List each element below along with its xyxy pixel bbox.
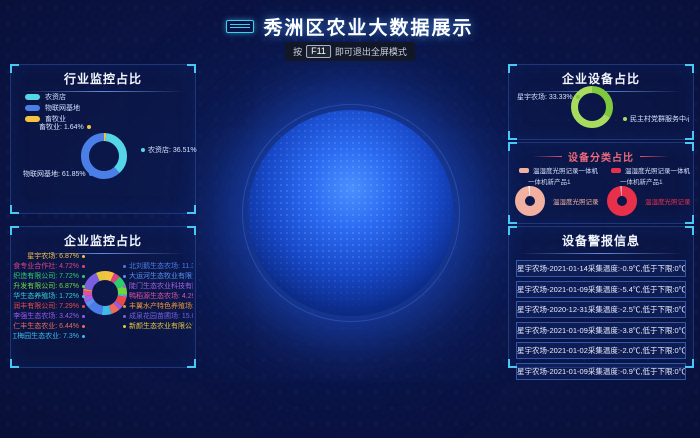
corner-accent	[685, 142, 694, 151]
chart-callout: 七华生态养殖场: 1.72%	[13, 291, 85, 301]
alarm-row: 星宇农场-2021-01-09采集温度:-5.4℃,低于下限:0℃	[516, 281, 686, 298]
panel-device-alarms: 设备警报信息 星宇农场-2021-01-14采集温度:-0.9℃,低于下限:0℃…	[508, 226, 694, 368]
legend-item[interactable]: 物联网基地	[25, 103, 80, 112]
alarm-row: 星宇农场-2020-12-31采集温度:-2.5℃,低于下限:0℃	[516, 301, 686, 318]
corner-accent	[187, 205, 196, 214]
callout-text: 星宇农场: 33.33%	[517, 92, 573, 102]
chart-callout: 新颜生态农业有限公司: 6.87	[123, 321, 193, 331]
chart-callout: 星宇农场: 6.87%	[13, 251, 85, 261]
chart-callout: 农资店: 36.51%	[141, 145, 197, 155]
legend-swatch	[611, 168, 621, 173]
corner-accent	[10, 205, 19, 214]
callout-text: 民主村党群服务中心:	[630, 114, 689, 124]
legend-swatch	[519, 168, 529, 173]
corner-accent	[10, 64, 19, 73]
callout-dot	[623, 117, 627, 121]
equipment-callout-right: 民主村党群服务中心:	[623, 114, 689, 124]
panel-title-enterprise: 企业监控占比	[11, 227, 195, 249]
legend-swatch	[25, 105, 40, 111]
panel-title-device-class: 设备分类占比	[568, 149, 634, 164]
globe-visual	[248, 110, 454, 316]
enterprise-callouts-left: 星宇农场: 6.87%秀湖粮食专业合作社: 4.72%家缘织造有限公司: 7.7…	[13, 251, 85, 341]
panel-title-industry: 行业监控占比	[11, 65, 195, 87]
chart-callout: 中润丰有限公司: 7.29%	[13, 301, 85, 311]
corner-accent	[508, 142, 517, 151]
panel-industry-monitor: 行业监控占比 农资店物联网基地畜牧业 畜牧业: 1.64% 农资店: 36.51%…	[10, 64, 196, 214]
corner-accent	[187, 64, 196, 73]
equipment-callout-left: 星宇农场: 33.33%	[517, 92, 580, 102]
enterprise-callouts-right: 北刘鹅生态农场: 11.36%大运河生态牧业有限责任公陡门生态农业科技有限公鸭稻…	[123, 261, 193, 331]
legend-label: 温湿度光照记录一体机	[625, 165, 690, 175]
panel-device-class: 设备分类占比 温湿度光照记录一体机 一体机新产品1 温湿度光照记录一→ 温湿度光…	[508, 142, 694, 224]
chart-callout: 丰翼水产特色养殖场: 1.	[123, 301, 193, 311]
device-class-title-row: 设备分类占比	[509, 143, 693, 164]
title-line	[640, 156, 670, 157]
corner-accent	[508, 226, 517, 235]
alarm-list: 星宇农场-2021-01-14采集温度:-0.9℃,低于下限:0℃ 星宇农场-20…	[516, 260, 686, 380]
corner-accent	[187, 226, 196, 235]
panel-enterprise-equipment: 企业设备占比 星宇农场: 33.33% 民主村党群服务中心:	[508, 64, 694, 140]
corner-accent	[685, 131, 694, 140]
alarm-row: 星宇农场-2021-01-02采集温度:-2.0℃,低于下限:0℃	[516, 342, 686, 359]
legend-item[interactable]: 温湿度光照记录一体机	[611, 165, 693, 175]
dashboard: 秀洲区农业大数据展示 按 F11 即可退出全屏模式 行业监控占比 农资店物联网基…	[0, 0, 700, 438]
corner-accent	[508, 131, 517, 140]
legend-label: 温湿度光照记录一体机	[533, 165, 598, 175]
page-title: 秀洲区农业大数据展示	[263, 13, 473, 40]
industry-legend: 农资店物联网基地畜牧业	[25, 92, 80, 125]
brand-logo	[226, 20, 254, 33]
chart-callout: 鸭稻源生态农场: 4.29	[123, 291, 193, 301]
device-donut-chart-2[interactable]	[607, 186, 639, 218]
alarm-row: 星宇农场-2021-01-09采集温度:-3.8℃,低于下限:0℃	[516, 322, 686, 339]
corner-accent	[508, 359, 517, 368]
device-class-chart-1: 温湿度光照记录一体机 一体机新产品1 温湿度光照记录一→	[511, 165, 601, 221]
header: 秀洲区农业大数据展示	[0, 13, 700, 40]
chart-callout: 物联网基地: 61.85%	[23, 169, 93, 179]
chart-callout: 温湿度光照记录一→	[645, 196, 691, 206]
legend-swatch	[25, 94, 40, 100]
corner-accent	[685, 226, 694, 235]
legend-item[interactable]: 农资店	[25, 92, 80, 101]
corner-accent	[187, 359, 196, 368]
chart-callout: 北刘鹅生态农场: 11.36%	[123, 261, 193, 271]
legend-label: 物联网基地	[45, 103, 80, 113]
enterprise-donut-chart[interactable]	[83, 271, 127, 315]
chart-callout: 大运河生态牧业有限责任公	[123, 271, 193, 281]
corner-accent	[10, 226, 19, 235]
hint-prefix: 按	[293, 45, 302, 58]
chart-callout: 翔升发有限公司: 6.87%	[13, 281, 85, 291]
chart-callout: 李强生态农场: 3.42%	[13, 311, 85, 321]
f11-key-badge: F11	[306, 45, 331, 58]
panel-title-alarms: 设备警报信息	[509, 227, 693, 249]
legend-swatch	[25, 116, 40, 122]
hint-suffix: 即可退出全屏模式	[335, 45, 407, 58]
alarm-row: 星宇农场-2021-01-09采集温度:-0.9℃,低于下限:0℃	[516, 363, 686, 380]
chart-callout: 一体机新产品1	[528, 176, 601, 186]
device-class-chart-2: 温湿度光照记录一体机 一体机新产品1 温湿度光照记录一→	[603, 165, 693, 221]
title-line	[532, 156, 562, 157]
title-divider	[519, 253, 683, 254]
corner-accent	[685, 359, 694, 368]
chart-callout: 温湿度光照记录一→	[553, 196, 599, 206]
legend-label: 农资店	[45, 92, 66, 102]
chart-callout: 成泉花园苗圃场: 15.02%	[123, 311, 193, 321]
chart-callout: 家缘织造有限公司: 7.72%	[13, 271, 85, 281]
callout-dot	[576, 95, 580, 99]
chart-callout: 仁丰生态农业: 6.44%	[13, 321, 85, 331]
corner-accent	[10, 359, 19, 368]
device-donut-chart-1[interactable]	[515, 186, 547, 218]
panel-enterprise-monitor: 企业监控占比 星宇农场: 6.87%秀湖粮食专业合作社: 4.72%家缘织造有限…	[10, 226, 196, 368]
chart-callout: 畜牧业: 1.64%	[39, 122, 91, 132]
panel-title-equipment: 企业设备占比	[509, 65, 693, 87]
corner-accent	[508, 64, 517, 73]
chart-callout: 陡门生态农业科技有限公	[123, 281, 193, 291]
chart-callout: 红梅园生态农业: 7.3%	[13, 331, 85, 341]
chart-callout: 一体机新产品1	[620, 176, 693, 186]
fullscreen-hint: 按 F11 即可退出全屏模式	[285, 42, 415, 61]
corner-accent	[685, 64, 694, 73]
alarm-row: 星宇农场-2021-01-14采集温度:-0.9℃,低于下限:0℃	[516, 260, 686, 277]
legend-item[interactable]: 温湿度光照记录一体机	[519, 165, 601, 175]
chart-callout: 秀湖粮食专业合作社: 4.72%	[13, 261, 85, 271]
